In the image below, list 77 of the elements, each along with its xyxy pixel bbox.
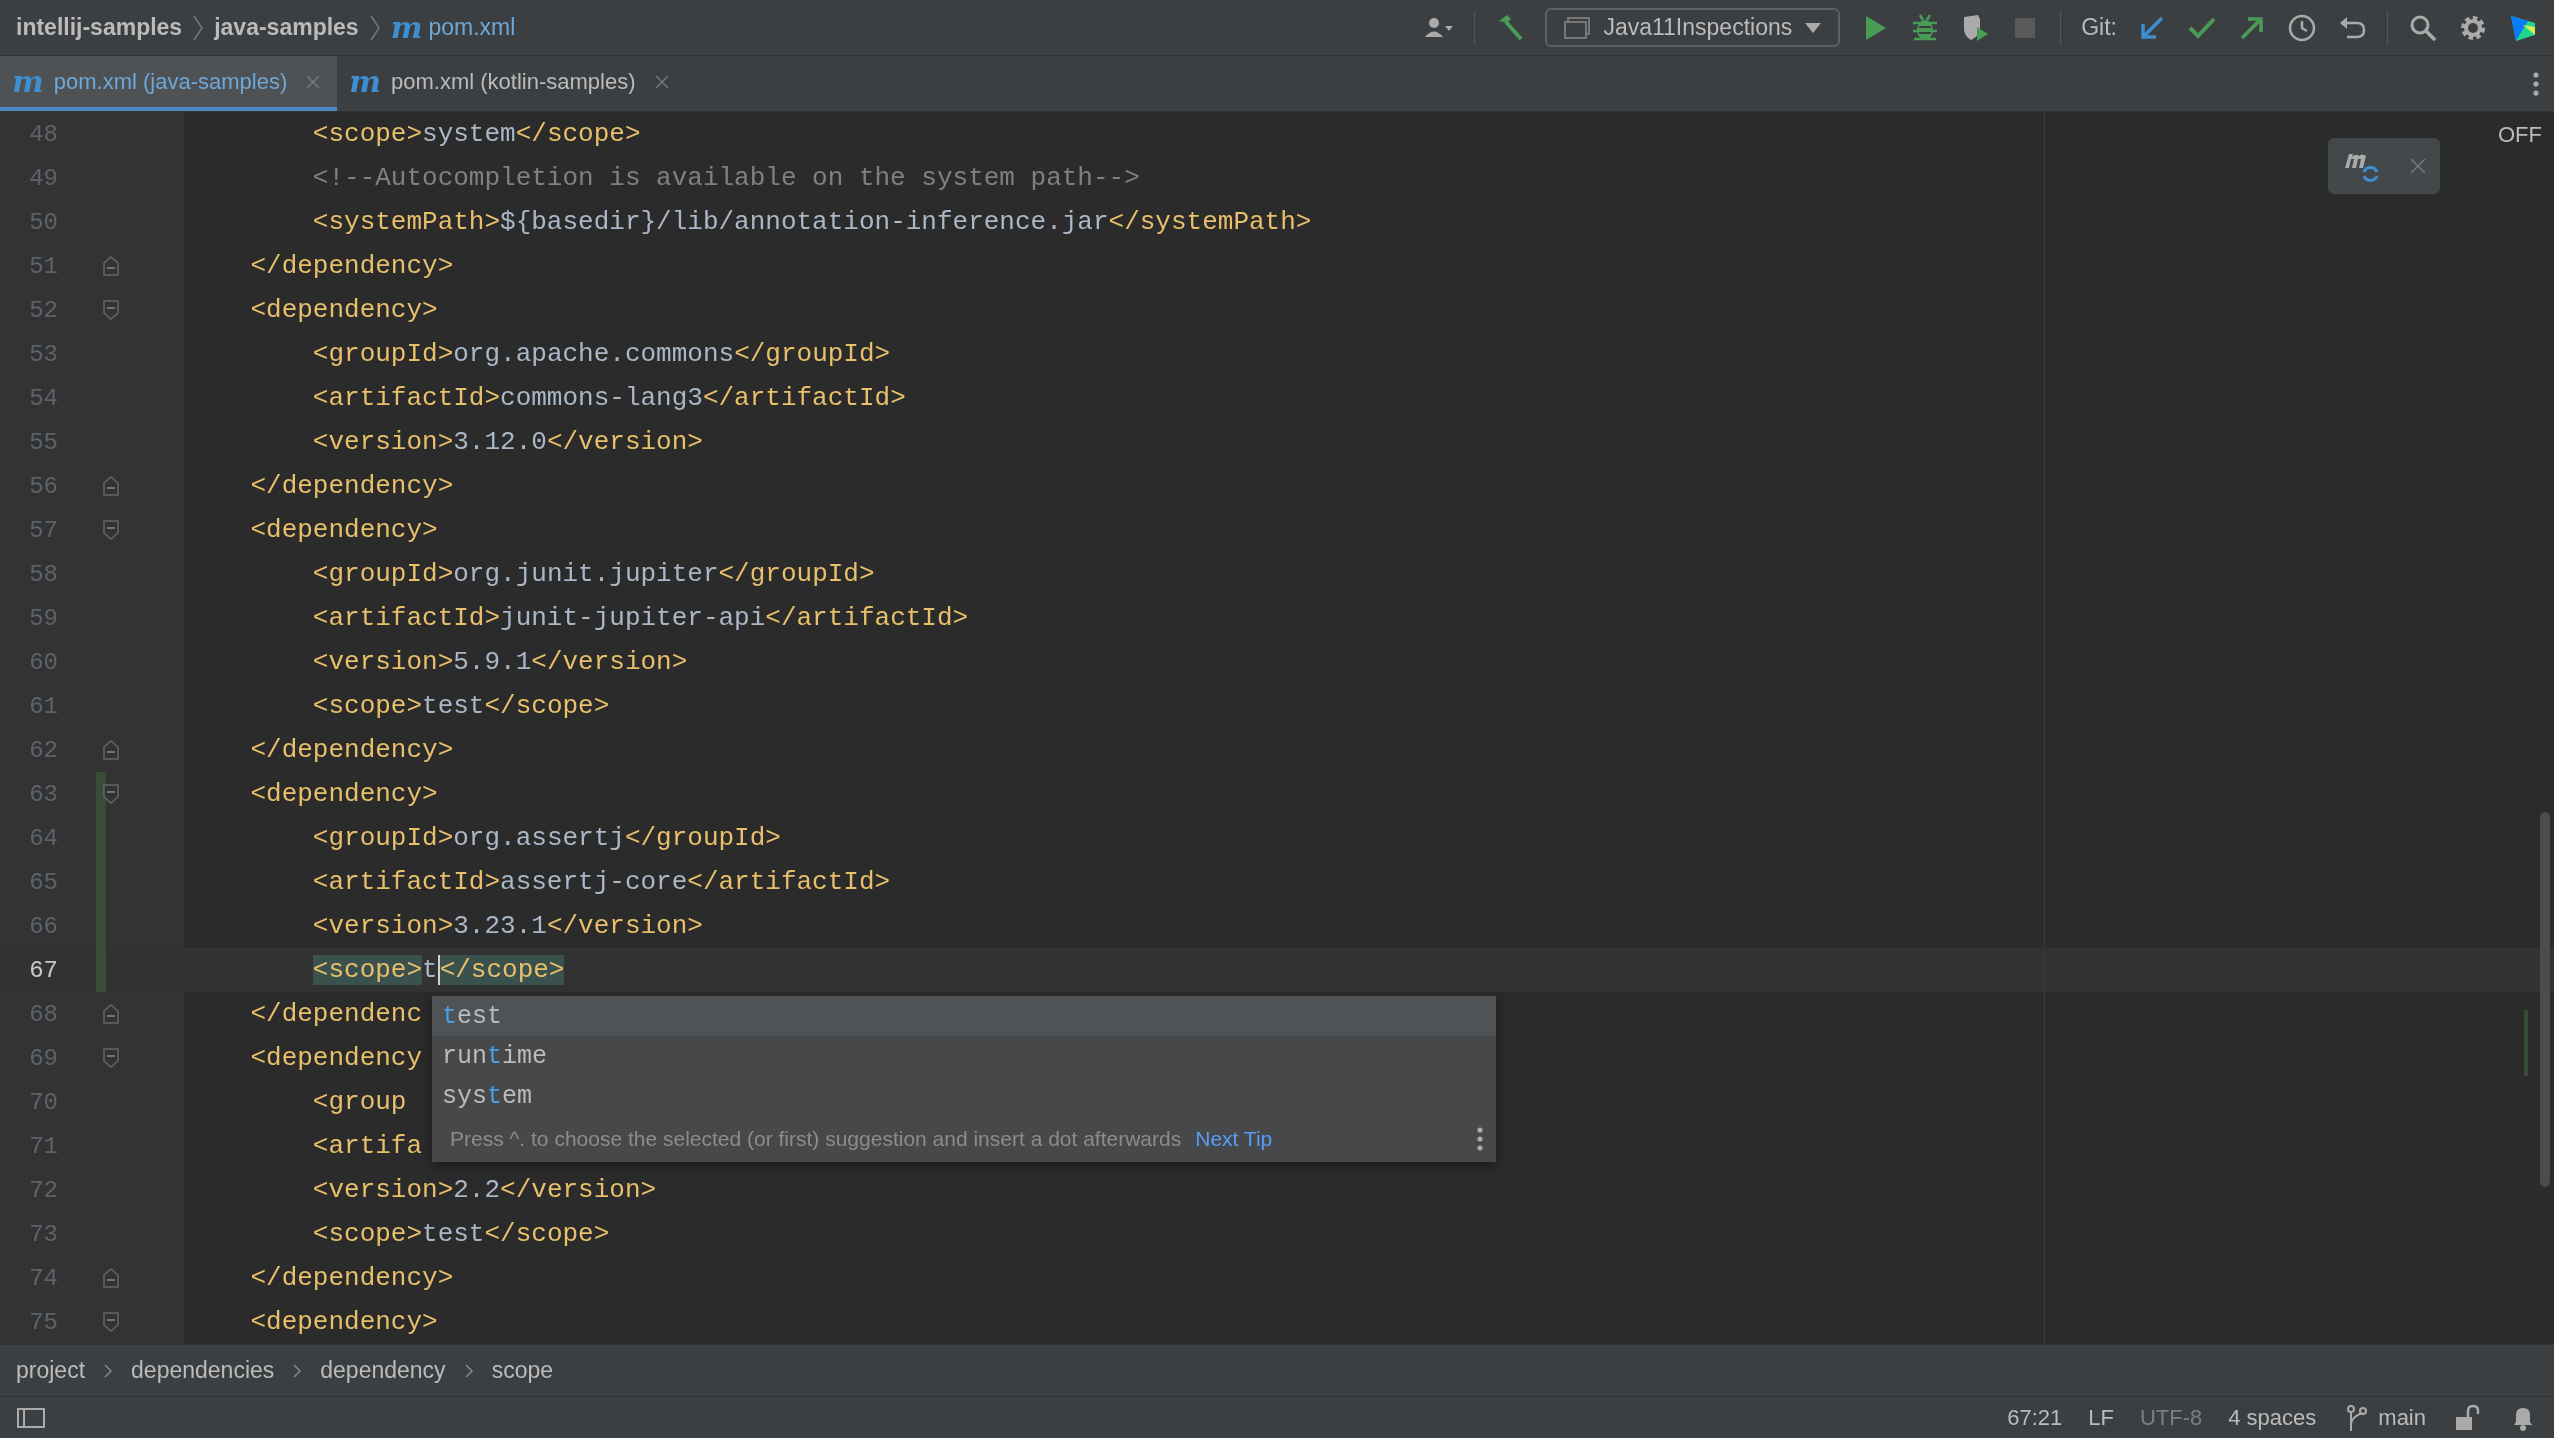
chevron-icon <box>292 1363 303 1378</box>
code-line: <version>2.2</version> <box>311 1175 657 1205</box>
breadcrumb-item[interactable]: dependency <box>320 1357 446 1384</box>
fold-end-icon[interactable] <box>102 475 120 497</box>
code-line: <scope>test</scope> <box>311 1219 610 1249</box>
code-line: <systemPath>${basedir}/lib/annotation-inference.jar</systemPath> <box>311 207 1312 237</box>
fold-end-icon[interactable] <box>102 739 120 761</box>
code-line: <artifactId>assertj-core</artifactId> <box>311 867 891 897</box>
code-line: <groupId>org.assertj</groupId> <box>311 823 781 853</box>
close-icon[interactable] <box>653 73 670 90</box>
code-line: <artifactId>junit-jupiter-api</artifactId> <box>311 603 969 633</box>
breadcrumb-item[interactable]: scope <box>491 1357 553 1384</box>
code-line: </dependenc <box>249 999 423 1029</box>
window-icon <box>1563 15 1592 40</box>
caret-position[interactable]: 67:21 <box>2007 1404 2063 1431</box>
completion-item[interactable]: system <box>432 1076 1496 1116</box>
code-line: </dependency> <box>249 735 454 765</box>
run-configuration-dropdown[interactable]: Java11Inspections <box>1545 8 1841 47</box>
chevron-icon <box>463 1363 474 1378</box>
code-line: </dependency> <box>249 1263 454 1293</box>
fold-start-icon[interactable] <box>102 783 120 805</box>
breadcrumb-folder[interactable]: java-samples <box>214 14 359 41</box>
breadcrumb-item[interactable]: dependencies <box>131 1357 275 1384</box>
completion-hint: Press ^. to choose the selected (or first) suggestion and insert a dot afterwards <box>450 1127 1182 1151</box>
completion-item[interactable]: test <box>432 996 1496 1036</box>
code-line: <scope>t</scope> <box>311 955 565 985</box>
git-branch[interactable]: main <box>2378 1404 2426 1431</box>
fold-end-icon[interactable] <box>102 255 120 277</box>
fold-start-icon[interactable] <box>102 1311 120 1333</box>
indent-setting[interactable]: 4 spaces <box>2228 1404 2317 1431</box>
more-options-icon[interactable] <box>2532 70 2540 97</box>
editor-tab[interactable]: m pom.xml (java-samples) <box>0 56 338 111</box>
code-line: <artifa <box>311 1131 423 1161</box>
code-line: </dependency> <box>249 251 454 281</box>
code-line: <groupId>org.junit.jupiter</groupId> <box>311 559 875 589</box>
next-tip-link[interactable]: Next Tip <box>1195 1127 1273 1151</box>
close-icon[interactable] <box>305 73 322 90</box>
code-line: <version>3.23.1</version> <box>311 911 703 941</box>
maven-reload-button[interactable] <box>2328 138 2440 194</box>
code-line: <group <box>311 1087 407 1117</box>
git-label: Git: <box>2081 14 2117 41</box>
code-line: <dependency> <box>249 515 438 545</box>
code-line: <!--Autocompletion is available on the system path--> <box>311 163 1140 193</box>
clock-icon[interactable] <box>2287 12 2317 43</box>
breadcrumb-item[interactable]: project <box>16 1357 86 1384</box>
chevron-icon <box>103 1363 114 1378</box>
fold-start-icon[interactable] <box>102 1047 120 1069</box>
completion-item[interactable]: runtime <box>432 1036 1496 1076</box>
fold-start-icon[interactable] <box>102 519 120 541</box>
fold-start-icon[interactable] <box>102 299 120 321</box>
fold-end-icon[interactable] <box>102 1267 120 1289</box>
scrollbar-thumb[interactable] <box>2540 812 2550 1187</box>
code-line: <scope>test</scope> <box>311 691 610 721</box>
maven-file-icon: m <box>12 66 44 97</box>
more-options-icon[interactable] <box>1476 1126 1484 1152</box>
breadcrumb-folder[interactable]: intellij-samples <box>16 14 183 41</box>
maven-file-icon: m <box>390 12 423 43</box>
line-separator[interactable]: LF <box>2088 1404 2114 1431</box>
code-line: <scope>system</scope> <box>311 119 641 149</box>
code-line: <dependency> <box>249 779 438 809</box>
code-line: <dependency> <box>249 1307 438 1337</box>
highlighting-status[interactable]: OFF <box>2498 122 2542 148</box>
code-line: <dependency> <box>249 295 438 325</box>
code-line: <dependency <box>249 1043 423 1073</box>
maven-file-icon: m <box>349 66 381 97</box>
code-line: <groupId>org.apache.commons</groupId> <box>311 339 891 369</box>
code-line: <version>5.9.1</version> <box>311 647 688 677</box>
fold-end-icon[interactable] <box>102 1003 120 1025</box>
change-stripe-marker <box>2524 1010 2528 1076</box>
code-line: </dependency> <box>249 471 454 501</box>
line-number: 67 <box>28 956 58 984</box>
code-line: <version>3.12.0</version> <box>311 427 703 457</box>
code-line: <artifactId>commons-lang3</artifactId> <box>311 383 906 413</box>
close-icon[interactable] <box>2408 157 2427 175</box>
editor-tab[interactable]: m pom.xml (kotlin-samples) <box>337 56 686 111</box>
caret-icon <box>1804 21 1823 34</box>
breadcrumb-file[interactable]: pom.xml <box>428 14 516 41</box>
